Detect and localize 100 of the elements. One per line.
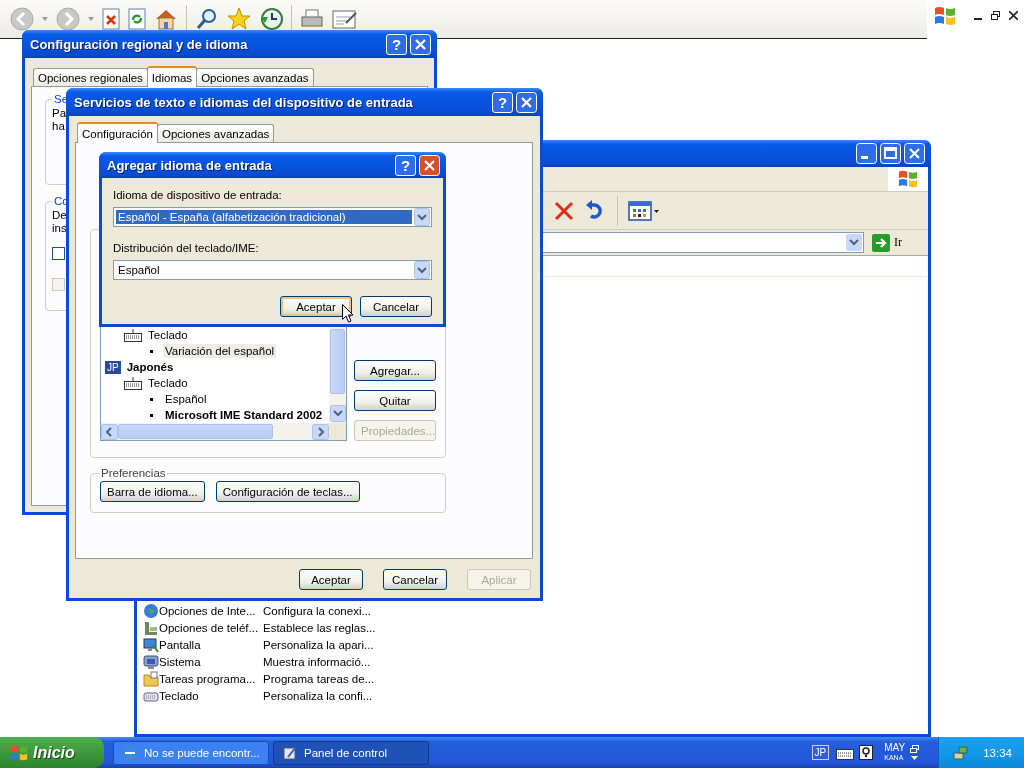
edit-icon[interactable] [332, 8, 358, 30]
help-button[interactable]: ? [386, 33, 407, 55]
tree-item[interactable]: Microsoft IME Standard 2002 [163, 408, 325, 422]
scroll-left-button[interactable] [101, 423, 118, 440]
scrollbar-thumb[interactable] [118, 424, 273, 439]
folder-icon [143, 670, 159, 687]
item-name[interactable]: Teclado [159, 689, 263, 702]
close-button[interactable] [410, 33, 431, 55]
dropdown-button[interactable] [414, 208, 430, 226]
stop-icon[interactable] [102, 8, 120, 30]
group-label: Preferencias [100, 467, 167, 479]
search-icon[interactable] [195, 7, 219, 31]
restore-icon[interactable] [910, 745, 920, 753]
dropdown-button[interactable] [414, 261, 430, 279]
tab[interactable]: Opciones regionales [33, 68, 148, 86]
windows-logo-icon [10, 743, 28, 762]
bullet-icon [150, 397, 153, 401]
network-icon[interactable] [953, 744, 970, 761]
dropdown-button[interactable] [846, 234, 862, 251]
caret-icon[interactable] [42, 17, 48, 21]
tab[interactable]: Opciones avanzadas [156, 124, 275, 142]
tree-item[interactable]: Variación del español [163, 344, 277, 358]
item-description: Muestra informació... [263, 655, 371, 668]
maximize-button[interactable] [880, 143, 901, 164]
caps-indicator[interactable]: MAY [884, 742, 906, 753]
taskbar-button[interactable]: No se puede encontr... [113, 740, 269, 765]
home-icon[interactable] [154, 7, 178, 31]
minimize-button[interactable] [856, 143, 877, 164]
tree-item[interactable]: Japonés [124, 360, 176, 374]
close-button[interactable] [904, 143, 925, 164]
cursor-icon [342, 304, 354, 323]
item-name[interactable]: Sistema [159, 655, 263, 668]
group-text: ha [52, 120, 65, 133]
dialog-button[interactable]: Aceptar [299, 569, 363, 590]
group-text: Pa [52, 107, 67, 120]
tab[interactable]: Configuración [77, 122, 158, 143]
keyboard-icon [124, 376, 142, 390]
windows-logo-icon [898, 169, 918, 189]
start-button[interactable]: Inicio [0, 737, 104, 768]
bullet-icon [150, 349, 153, 353]
dialog-button[interactable]: Configuración de teclas... [215, 481, 360, 502]
group-text: ins [52, 222, 67, 235]
close-button[interactable] [419, 154, 440, 176]
globe-icon [143, 602, 159, 619]
delete-icon[interactable] [553, 199, 575, 222]
language-indicator[interactable]: JP [811, 745, 830, 760]
item-description: Establece las reglas... [263, 621, 376, 634]
dropdown-value: Español - España (alfabetización tradicional) [116, 210, 412, 224]
scrollbar-corner [329, 423, 346, 440]
taskbar-button[interactable]: Panel de control [273, 740, 429, 765]
tree-item[interactable]: Teclado [146, 328, 190, 342]
windows-logo-icon [934, 4, 956, 27]
history-icon[interactable] [259, 7, 283, 31]
dialog-button[interactable]: Aceptar [280, 296, 352, 317]
tab[interactable]: Opciones avanzadas [196, 68, 314, 86]
go-button[interactable]: Ir [870, 233, 924, 252]
dropdown-field[interactable]: Español - España (alfabetización tradicional) [113, 207, 432, 227]
item-name[interactable]: Pantalla [159, 638, 263, 651]
caret-icon[interactable] [911, 756, 919, 760]
scroll-down-button[interactable] [329, 405, 346, 422]
item-description: Personaliza la apari... [263, 638, 374, 651]
tree-item[interactable]: Español [163, 392, 209, 406]
refresh-icon[interactable] [128, 8, 146, 30]
help-icon[interactable] [859, 745, 874, 760]
dropdown-value: Español [117, 263, 161, 277]
item-description: Programa tareas de... [263, 672, 375, 685]
window-title: Agregar idioma de entrada [107, 157, 272, 173]
control-panel-icon [282, 744, 298, 761]
dialog-button[interactable]: Barra de idioma... [100, 481, 205, 502]
help-button[interactable]: ? [492, 91, 513, 113]
dialog-button[interactable]: Agregar... [354, 360, 436, 381]
close-icon[interactable] [1009, 11, 1018, 20]
field-label: Idioma de dispositivo de entrada: [113, 189, 283, 202]
display-icon [143, 636, 159, 653]
help-button[interactable]: ? [395, 154, 416, 176]
dialog-button[interactable]: Cancelar [383, 569, 447, 590]
item-description: Personaliza la confi... [263, 689, 373, 702]
dialog-button[interactable]: Cancelar [360, 296, 432, 317]
item-name[interactable]: Tareas programa... [159, 672, 263, 685]
bullet-icon [150, 413, 153, 417]
restore-icon[interactable] [991, 11, 1000, 20]
item-name[interactable]: Opciones de Inte... [159, 604, 263, 617]
dropdown-field[interactable]: Español [113, 260, 432, 280]
item-name[interactable]: Opciones de teléf... [159, 621, 263, 634]
close-button[interactable] [516, 91, 537, 113]
horizontal-scrollbar[interactable] [101, 423, 346, 440]
item-description: Configura la conexi... [263, 604, 372, 617]
tab[interactable]: Idiomas [146, 66, 198, 87]
tree-item[interactable]: Teclado [146, 376, 190, 390]
forward-icon[interactable] [56, 7, 80, 31]
scrollbar-thumb[interactable] [330, 329, 345, 394]
views-icon[interactable] [628, 200, 660, 221]
computer-icon [143, 653, 159, 670]
checkbox[interactable] [52, 247, 65, 260]
caret-icon[interactable] [88, 17, 94, 21]
scroll-right-button[interactable] [312, 423, 329, 440]
window-title: Configuración regional y de idioma [30, 36, 248, 52]
dialog-button[interactable]: Quitar [354, 390, 436, 411]
star-icon[interactable] [227, 7, 251, 31]
phone-icon [143, 619, 159, 636]
